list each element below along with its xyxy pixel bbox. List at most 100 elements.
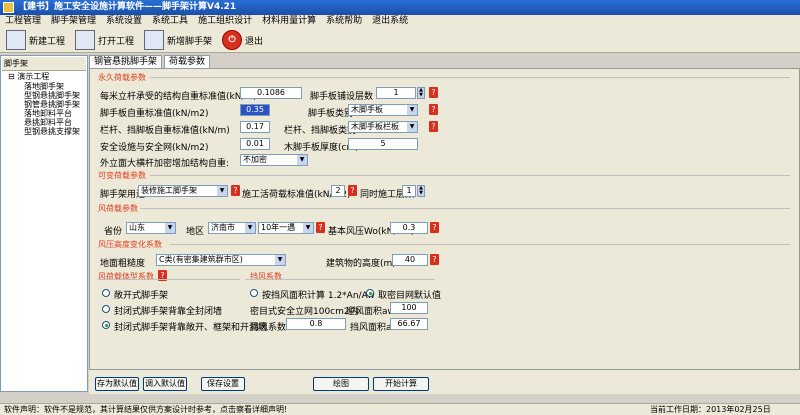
calc-area-radio[interactable] [250, 289, 258, 297]
section-wind-coef: 挡风系数 [250, 272, 282, 281]
calc-area-label: 按挡风面积计算 1.2*An/Aw [262, 291, 375, 301]
disclaimer-link[interactable]: 软件声明：软件不是规范，其计算结果仅供方案设计时参考，点击察看详细声明! [4, 404, 287, 415]
divider [170, 244, 790, 245]
region-label: 地区 [186, 227, 205, 237]
power-icon: ⏻ [222, 30, 243, 50]
section-wind: 风荷载参数 [98, 204, 138, 213]
wind-coef-label: 挡风系数 [250, 323, 287, 333]
help-icon[interactable]: ? [231, 185, 240, 196]
menu-exit[interactable]: 退出系统 [367, 15, 413, 28]
safety-net-input[interactable]: 0.01 [240, 138, 270, 150]
board-layers-spinner[interactable]: ▲ ▼ [417, 87, 425, 99]
menu-tools[interactable]: 系统工具 [147, 15, 193, 28]
tree-item[interactable]: 悬挑卸料平台 [2, 118, 86, 127]
wind-an-input[interactable]: 66.67 [390, 318, 428, 330]
menu-project[interactable]: 工程管理 [0, 15, 46, 28]
province-select[interactable]: 山东 [126, 222, 176, 234]
save-settings-button[interactable]: 保存设置 [201, 377, 245, 391]
board-weight-input[interactable]: 0.35 [240, 104, 270, 116]
menu-bar: 工程管理 脚手架管理 系统设置 系统工具 施工组织设计 材料用量计算 系统帮助 … [0, 15, 800, 28]
closed-wall-label: 封闭式脚手架背靠全封闭墙 [114, 307, 223, 317]
window-title: 【建书】施工安全设施计算软件——脚手架计算V4.21 [18, 2, 237, 12]
tab-load-params[interactable]: 荷载参数 [164, 55, 211, 68]
help-icon[interactable]: ? [430, 254, 439, 265]
board-layers-input[interactable]: 1 [376, 87, 416, 99]
help-icon[interactable]: ? [316, 222, 325, 233]
draw-button[interactable]: 绘图 [313, 377, 369, 391]
section-shape: 风荷载体型系数 [98, 272, 154, 281]
roughness-select[interactable]: C类(有密集建筑群市区) [156, 254, 286, 266]
exit-button[interactable]: ⏻ 退出 [222, 30, 263, 50]
building-height-label: 建筑物的高度(m): [326, 259, 399, 269]
status-bar: 软件声明：软件不是规范，其计算结果仅供方案设计时参考，点击察看详细声明! 当前工… [0, 403, 800, 415]
outer-bar-select[interactable]: 不加密 [240, 154, 308, 166]
menu-settings[interactable]: 系统设置 [101, 15, 147, 28]
tab-strip: 钢管悬挑脚手架 荷载参数 [89, 55, 800, 68]
steel-weight-label: 每米立杆承受的结构自重标准值(kN/m) [100, 92, 257, 102]
layers-spinner[interactable]: ▲ ▼ [417, 185, 425, 197]
board-weight-label: 脚手板自重标准值(kN/m2) [100, 109, 209, 119]
closed-wall-radio[interactable] [102, 305, 110, 313]
default-mesh-label: 取密目网默认值 [378, 291, 442, 301]
title-bar: 【建书】施工安全设施计算软件——脚手架计算V4.21 [0, 0, 800, 15]
mesh-area-label: 迎风面积aw [346, 307, 395, 317]
new-project-button[interactable]: 新建工程 [6, 30, 65, 50]
menu-help[interactable]: 系统帮助 [321, 15, 367, 28]
steel-weight-input[interactable]: 0.1086 [240, 87, 302, 99]
roughness-label: 地面粗糙度 [100, 259, 146, 269]
help-icon[interactable]: ? [429, 87, 438, 98]
rail-weight-input[interactable]: 0.17 [240, 121, 270, 133]
tree-root-item[interactable]: ⊟ 演示工程 [2, 71, 86, 82]
tree-item[interactable]: 落地脚手架 [2, 82, 86, 91]
help-icon[interactable]: ? [348, 185, 357, 196]
board-type-select[interactable]: 木脚手板 [348, 104, 418, 116]
mesh-label: 密目式安全立网100cm2内: [250, 307, 362, 317]
section-permanent: 永久荷载参数 [98, 73, 146, 82]
menu-organization[interactable]: 施工组织设计 [193, 15, 257, 28]
tree-root-label: 演示工程 [17, 72, 50, 81]
tree-item[interactable]: 型钢悬挑脚手架 [2, 91, 86, 100]
return-period-select[interactable]: 10年一遇 [258, 222, 314, 234]
safety-net-label: 安全设施与安全网(kN/m2) [100, 143, 209, 153]
wind-coef-input[interactable]: 0.8 [286, 318, 346, 330]
project-tree: 脚手架 ⊟ 演示工程 落地脚手架 型钢悬挑脚手架 钢管悬挑脚手架 落地卸料平台 … [0, 55, 88, 392]
open-project-button[interactable]: 打开工程 [75, 30, 134, 50]
app-icon [3, 2, 14, 13]
province-label: 省份 [104, 227, 123, 237]
board-thick-input[interactable]: 5 [348, 138, 418, 150]
board-layers-label: 脚手板铺设层数 [310, 92, 374, 102]
open-project-icon [75, 30, 96, 50]
mesh-area-input[interactable]: 100 [390, 302, 428, 314]
tree-item[interactable]: 型钢悬挑支撑架 [2, 127, 86, 136]
outer-bar-label: 外立面大横杆加密增加结构自重: [100, 159, 230, 169]
tab-scaffold[interactable]: 钢管悬挑脚手架 [89, 55, 163, 68]
new-scaffold-icon [144, 30, 165, 50]
load-params-panel: 永久荷载参数 每米立杆承受的结构自重标准值(kN/m) 0.1086 脚手板铺设… [89, 68, 800, 370]
open-scaffold-label: 敞开式脚手架 [114, 291, 169, 301]
menu-scaffold[interactable]: 脚手架管理 [46, 15, 101, 28]
load-default-button[interactable]: 调入默认值 [143, 377, 187, 391]
rail-type-label: 栏杆、挡脚板类别 [284, 126, 357, 136]
help-icon[interactable]: ? [429, 104, 438, 115]
new-scaffold-button[interactable]: 新增脚手架 [144, 30, 212, 50]
help-icon[interactable]: ? [430, 222, 439, 233]
building-height-input[interactable]: 40 [392, 254, 428, 266]
rail-type-select[interactable]: 木脚手板栏板 [348, 121, 418, 133]
tree-item[interactable]: 钢管悬挑脚手架 [2, 100, 86, 109]
menu-material[interactable]: 材料用量计算 [257, 15, 321, 28]
live-load-input[interactable]: 2 [331, 185, 345, 197]
tree-item[interactable]: 落地卸料平台 [2, 109, 86, 118]
wind-pressure-input[interactable]: 0.3 [390, 222, 428, 234]
open-scaffold-radio[interactable] [102, 289, 110, 297]
calculate-button[interactable]: 开始计算 [373, 377, 429, 391]
closed-open-wall-radio[interactable] [102, 321, 110, 329]
region-select[interactable]: 济南市 [208, 222, 256, 234]
default-mesh-radio[interactable] [366, 289, 374, 297]
divider [98, 279, 240, 280]
work-date: 当前工作日期：2013年02月25日 [650, 405, 771, 414]
help-icon[interactable]: ? [429, 121, 438, 132]
scaffold-use-select[interactable]: 装修施工脚手架 [138, 185, 228, 197]
tree-header: 脚手架 [2, 57, 86, 71]
layers-input[interactable]: 1 [402, 185, 416, 197]
save-default-button[interactable]: 存为默认值 [95, 377, 139, 391]
